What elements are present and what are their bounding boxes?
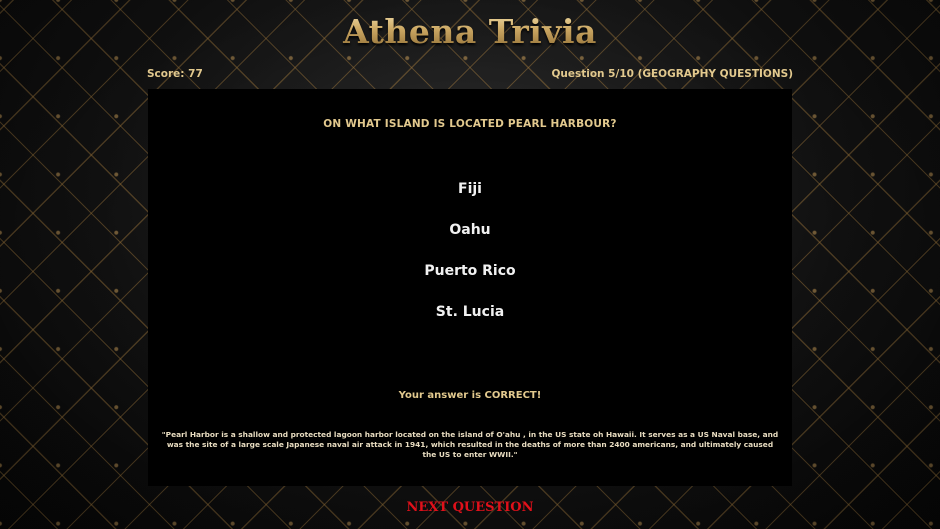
game-title: Athena Trivia [0,12,940,51]
answer-explanation: "Pearl Harbor is a shallow and protected… [161,430,779,459]
score-label: Score: 77 [147,68,203,80]
answer-result-message: Your answer is CORRECT! [398,390,542,401]
next-question-button-wrapper: NEXT QUESTION [0,500,940,515]
answer-option-oahu[interactable]: Oahu [441,220,498,240]
next-question-button[interactable]: NEXT QUESTION [401,499,540,516]
answer-option-fiji[interactable]: Fiji [450,179,490,199]
question-counter: Question 5/10 (GEOGRAPHY QUESTIONS) [551,68,793,80]
answer-option-puerto-rico[interactable]: Puerto Rico [416,261,523,281]
question-panel: ON WHAT ISLAND IS LOCATED PEARL HARBOUR?… [148,89,792,486]
answer-option-st-lucia[interactable]: St. Lucia [428,302,512,322]
question-text: ON WHAT ISLAND IS LOCATED PEARL HARBOUR? [323,118,617,130]
